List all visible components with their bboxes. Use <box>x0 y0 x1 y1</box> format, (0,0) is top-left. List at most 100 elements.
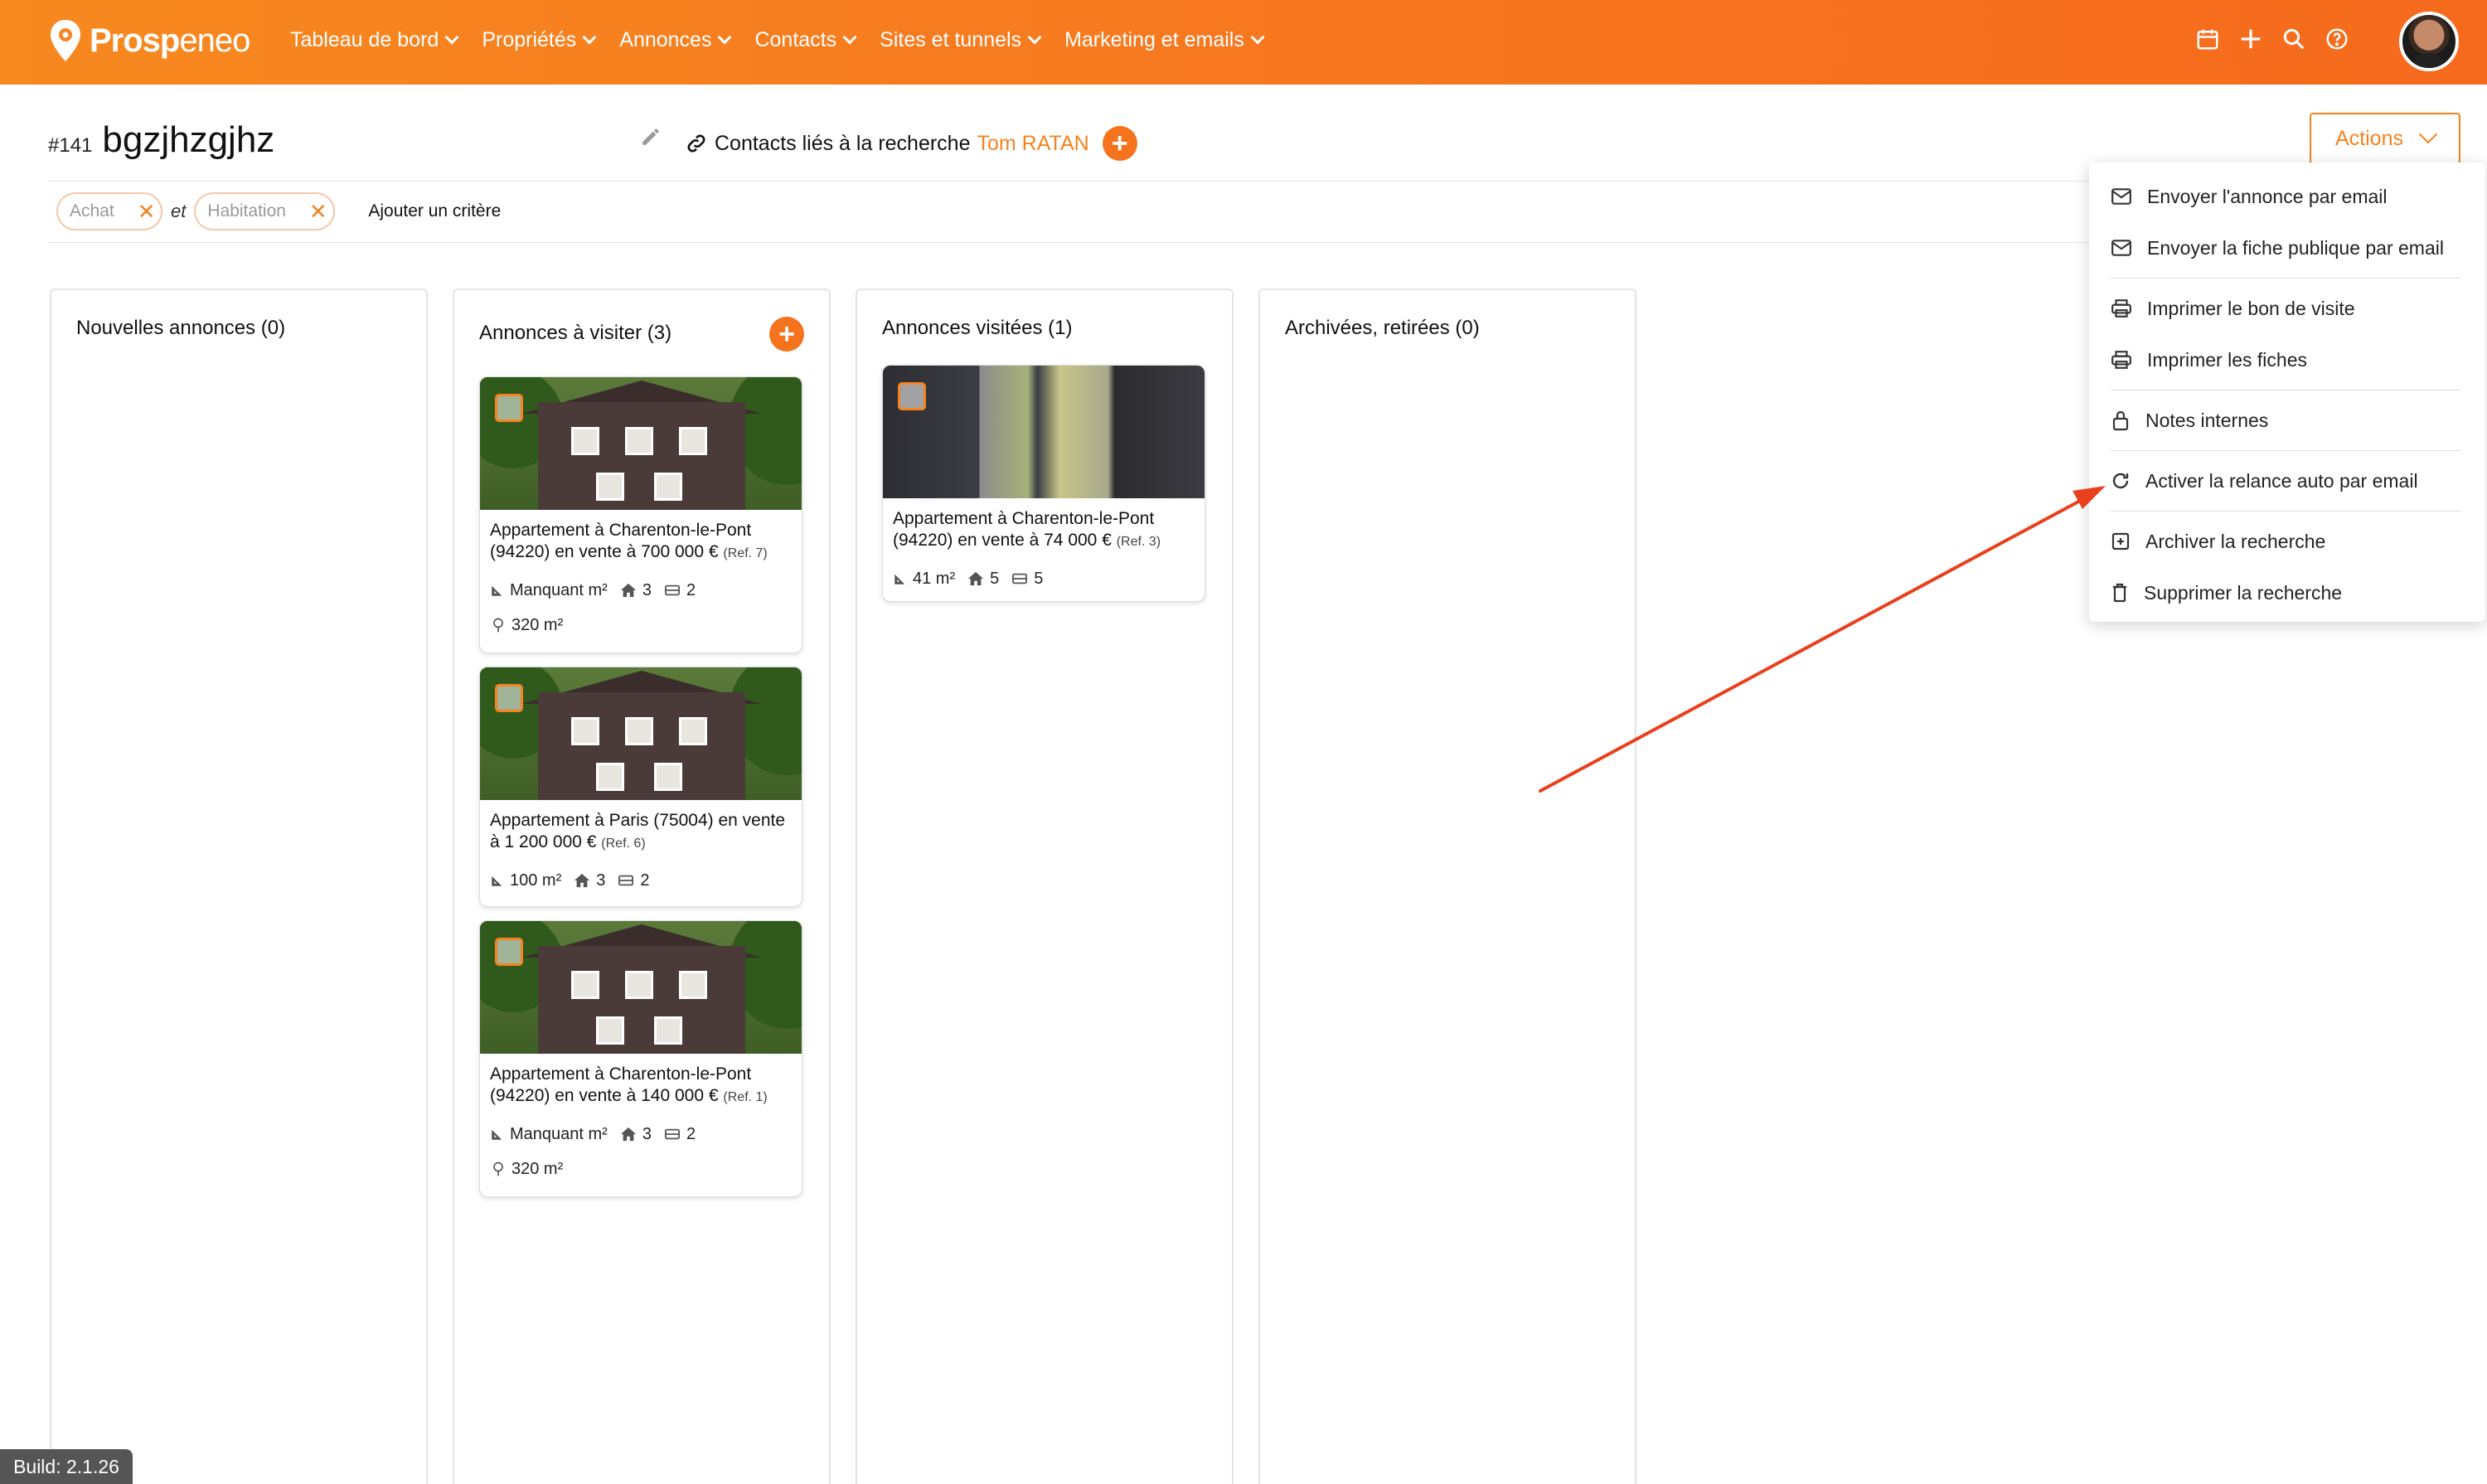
printer-icon <box>2111 351 2131 369</box>
archive-icon <box>2111 532 2130 550</box>
add-contact-button[interactable]: + <box>1102 126 1137 161</box>
ruler-icon <box>492 585 502 596</box>
menu-item-send-public-sheet-email[interactable]: Envoyer la fiche publique par email <box>2089 222 2485 274</box>
search-id: #141 <box>48 134 93 157</box>
menu-item-send-listing-email[interactable]: Envoyer l'annonce par email <box>2089 171 2485 222</box>
tree-icon <box>493 618 503 633</box>
column-annonces-visitees: Annonces visitées (1) Appartement à Char… <box>856 289 1234 1484</box>
listing-photo <box>480 921 802 1054</box>
user-avatar[interactable] <box>2399 12 2459 71</box>
search-icon[interactable] <box>2281 27 2306 51</box>
nav-proprietes[interactable]: Propriétés <box>482 28 597 52</box>
select-checkbox[interactable] <box>495 684 523 712</box>
chevron-down-icon <box>444 30 459 44</box>
filter-chip-label: Achat <box>70 201 114 221</box>
column-nouvelles-annonces: Nouvelles annonces (0) <box>50 289 428 1484</box>
menu-item-print-visit-form[interactable]: Imprimer le bon de visite <box>2089 283 2485 334</box>
listing-land: 320 m² <box>480 1152 802 1186</box>
brand-name: Prospeneo <box>90 22 250 59</box>
actions-label: Actions <box>2335 126 2403 150</box>
column-title: Nouvelles annonces (0) <box>76 317 286 339</box>
calendar-icon[interactable] <box>2195 27 2220 51</box>
menu-item-delete-search[interactable]: Supprimer la recherche <box>2089 567 2485 618</box>
bed-icon <box>618 875 634 886</box>
close-icon[interactable]: ✕ <box>138 201 156 222</box>
mail-icon <box>2111 240 2131 256</box>
column-title: Archivées, retirées (0) <box>1285 317 1480 339</box>
tree-icon <box>493 1161 503 1176</box>
listing-features: 100 m² 3 2 <box>480 863 802 898</box>
filter-chip-label: Habitation <box>207 201 286 221</box>
link-icon <box>687 134 705 153</box>
menu-item-activate-auto-reminder[interactable]: Activer la relance auto par email <box>2089 455 2485 507</box>
help-icon[interactable] <box>2325 27 2349 51</box>
ruler-icon <box>894 574 905 584</box>
nav-contacts[interactable]: Contacts <box>754 28 857 52</box>
house-icon <box>574 873 590 888</box>
linked-label: Contacts liés à la recherche <box>715 131 971 155</box>
top-bar: Prospeneo Tableau de bord Propriétés Ann… <box>0 0 2487 85</box>
printer-icon <box>2111 299 2131 318</box>
menu-divider <box>2111 278 2460 279</box>
refresh-icon <box>2112 473 2129 489</box>
listing-card[interactable]: Appartement à Charenton-le-Pont (94220) … <box>882 365 1205 602</box>
listing-features: Manquant m² 3 2 <box>480 573 802 608</box>
select-checkbox[interactable] <box>495 938 523 966</box>
brand-logo[interactable]: Prospeneo <box>48 18 250 63</box>
menu-item-internal-notes[interactable]: Notes internes <box>2089 395 2485 446</box>
main-nav: Tableau de bord Propriétés Annonces Cont… <box>290 28 1265 52</box>
filter-chip-habitation: Habitation ✕ <box>194 192 336 230</box>
house-icon <box>968 571 984 586</box>
listing-photo <box>480 377 802 510</box>
chevron-down-icon <box>717 30 732 44</box>
add-criterion-link[interactable]: Ajouter un critère <box>368 201 501 221</box>
add-listing-button[interactable]: + <box>769 317 804 352</box>
listing-land: 320 m² <box>480 608 802 643</box>
menu-item-print-sheets[interactable]: Imprimer les fiches <box>2089 334 2485 386</box>
top-icon-group <box>2195 27 2349 51</box>
column-archivees-retirees: Archivées, retirées (0) <box>1258 289 1636 1484</box>
bed-icon <box>664 1128 680 1140</box>
plus-icon[interactable] <box>2238 27 2263 51</box>
lock-icon <box>2112 410 2129 431</box>
build-version: Build: 2.1.26 <box>0 1449 133 1484</box>
column-title: Annonces visitées (1) <box>882 317 1073 339</box>
nav-annonces[interactable]: Annonces <box>619 28 732 52</box>
menu-item-archive-search[interactable]: Archiver la recherche <box>2089 516 2485 567</box>
menu-divider <box>2111 450 2460 451</box>
nav-sites-et-tunnels[interactable]: Sites et tunnels <box>880 28 1042 52</box>
listing-photo <box>883 366 1205 498</box>
chevron-down-icon <box>1250 30 1265 44</box>
listing-title: Appartement à Charenton-le-Pont (94220) … <box>490 521 768 561</box>
close-icon[interactable]: ✕ <box>309 201 327 222</box>
column-annonces-a-visiter: Annonces à visiter (3) + Appartement à C… <box>453 289 831 1484</box>
listing-card[interactable]: Appartement à Charenton-le-Pont (94220) … <box>479 920 802 1197</box>
listing-photo <box>480 667 802 800</box>
select-checkbox[interactable] <box>898 382 926 410</box>
listing-title: Appartement à Charenton-le-Pont (94220) … <box>893 509 1161 550</box>
actions-button[interactable]: Actions <box>2310 113 2460 164</box>
listing-card[interactable]: Appartement à Charenton-le-Pont (94220) … <box>479 376 802 653</box>
chevron-down-icon <box>2418 124 2438 144</box>
house-icon <box>620 1127 636 1142</box>
nav-marketing-et-emails[interactable]: Marketing et emails <box>1064 28 1265 52</box>
listing-features: 41 m² 5 5 <box>883 561 1205 596</box>
column-title: Annonces à visiter (3) <box>479 322 672 344</box>
chevron-down-icon <box>842 30 857 44</box>
pencil-icon[interactable] <box>640 126 662 148</box>
linked-contacts: Contacts liés à la recherche Tom RATAN + <box>685 126 1137 161</box>
ruler-icon <box>492 1129 502 1140</box>
trash-icon <box>2113 583 2126 603</box>
page-title: bgzjhzgjhz <box>102 119 275 160</box>
bed-icon <box>664 584 680 596</box>
listing-card[interactable]: Appartement à Paris (75004) en vente à 1… <box>479 667 802 907</box>
listing-features: Manquant m² 3 2 <box>480 1117 802 1152</box>
chevron-down-icon <box>1027 30 1042 44</box>
actions-menu: Envoyer l'annonce par email Envoyer la f… <box>2089 162 2485 622</box>
search-header: #141 bgzjhzgjhz <box>48 119 274 161</box>
ruler-icon <box>492 875 502 886</box>
nav-tableau-de-bord[interactable]: Tableau de bord <box>290 28 459 52</box>
house-icon <box>620 583 636 598</box>
select-checkbox[interactable] <box>495 394 523 422</box>
linked-contact-name[interactable]: Tom RATAN <box>977 132 1088 156</box>
